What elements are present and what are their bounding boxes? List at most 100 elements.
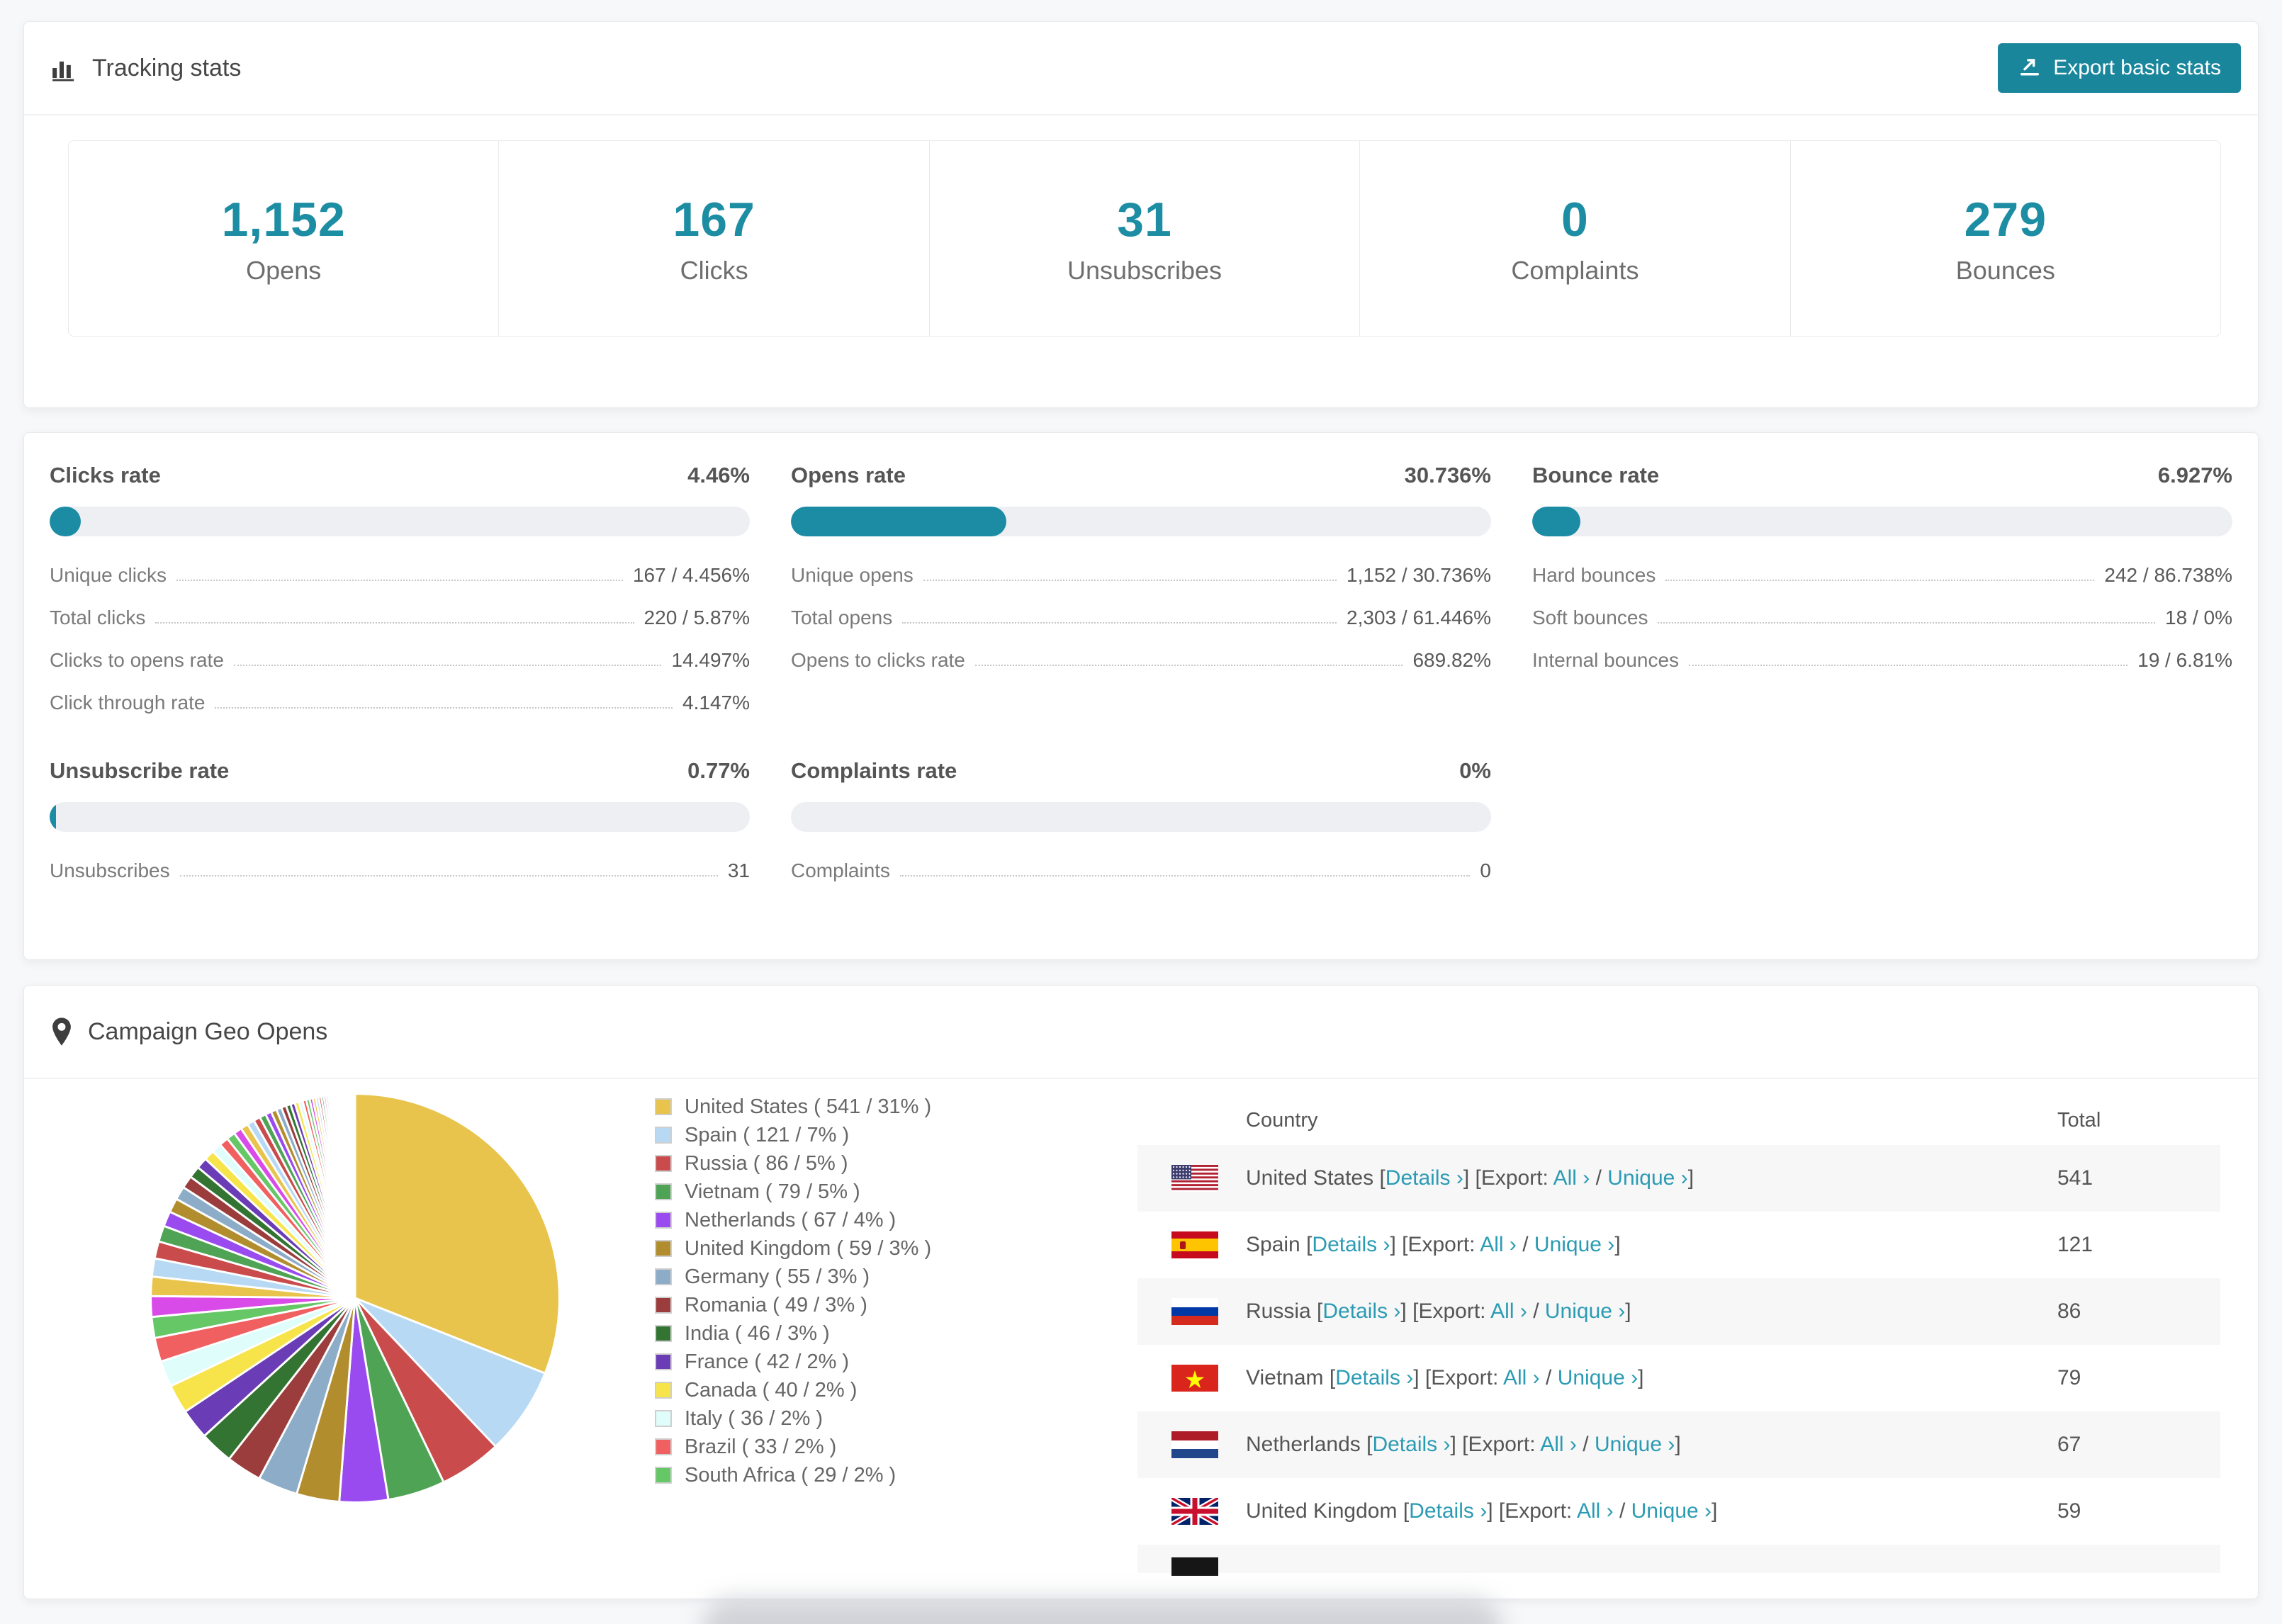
details-link[interactable]: Details ›	[1372, 1433, 1450, 1456]
country-name: Vietnam	[1246, 1366, 1324, 1389]
export-unique-link[interactable]: Unique ›	[1534, 1233, 1614, 1256]
legend-label: Brazil ( 33 / 2% )	[685, 1435, 837, 1458]
rate-title: Complaints rate	[791, 758, 957, 783]
legend-label: Spain ( 121 / 7% )	[685, 1123, 850, 1146]
legend-item[interactable]: Italy ( 36 / 2% )	[655, 1404, 931, 1433]
legend-item[interactable]: Romania ( 49 / 3% )	[655, 1291, 931, 1319]
rate-progress-fill	[791, 507, 1006, 536]
geo-table-row: Netherlands [Details ›] [Export: All › /…	[1137, 1411, 2220, 1478]
details-link[interactable]: Details ›	[1312, 1233, 1390, 1256]
legend-item[interactable]: Vietnam ( 79 / 5% )	[655, 1178, 931, 1206]
rate-value: 6.927%	[2157, 463, 2232, 487]
dotted-leader	[1689, 665, 2128, 666]
dotted-leader	[923, 580, 1337, 581]
stat-label: Unsubscribes	[1067, 255, 1222, 285]
geo-legend: United States ( 541 / 31% ) Spain ( 121 …	[655, 1093, 931, 1489]
legend-item[interactable]: Russia ( 86 / 5% )	[655, 1149, 931, 1178]
export-all-link[interactable]: All ›	[1480, 1233, 1517, 1256]
map-pin-icon	[50, 1017, 74, 1047]
rate-detail-row: Total clicks 220 / 5.87%	[50, 597, 750, 639]
export-unique-link[interactable]: Unique ›	[1607, 1166, 1687, 1190]
rate-card: Unsubscribe rate 0.77% Unsubscribes 31	[50, 758, 750, 892]
rate-progress-fill	[50, 802, 56, 832]
geo-table: Country Total United States [Details ›] …	[1137, 1095, 2220, 1576]
export-all-link[interactable]: All ›	[1503, 1366, 1540, 1389]
rate-row-label: Opens to clicks rate	[791, 649, 965, 671]
export-unique-link[interactable]: Unique ›	[1558, 1366, 1638, 1389]
country-total: 121	[2057, 1233, 2093, 1256]
rate-title: Opens rate	[791, 463, 906, 487]
legend-item[interactable]: United States ( 541 / 31% )	[655, 1093, 931, 1121]
legend-swatch	[655, 1325, 672, 1342]
tracking-stats-header: Tracking stats Export basic stats	[24, 22, 2258, 115]
export-all-link[interactable]: All ›	[1540, 1433, 1577, 1456]
dotted-leader	[1665, 580, 2095, 581]
rate-row-value: 1,152 / 30.736%	[1347, 564, 1491, 586]
export-unique-link[interactable]: Unique ›	[1631, 1499, 1712, 1523]
legend-item[interactable]: Germany ( 55 / 3% )	[655, 1263, 931, 1291]
rates-grid: Clicks rate 4.46% Unique clicks 167 / 4.…	[24, 433, 2258, 892]
rate-card: Bounce rate 6.927% Hard bounces 242 / 86…	[1532, 463, 2232, 724]
export-all-link[interactable]: All ›	[1577, 1499, 1614, 1523]
tracking-stats-title: Tracking stats	[50, 54, 241, 82]
legend-item[interactable]: France ( 42 / 2% )	[655, 1348, 931, 1376]
country-total: 79	[2057, 1366, 2081, 1389]
legend-label: Germany ( 55 / 3% )	[685, 1265, 870, 1288]
campaign-overview-page: Tracking stats Export basic stats 1,152 …	[0, 0, 2282, 1624]
rate-row-value: 19 / 6.81%	[2137, 649, 2232, 671]
dotted-leader	[900, 875, 1471, 876]
rate-card: Complaints rate 0% Complaints 0	[791, 758, 1491, 892]
campaign-geo-opens-panel: Campaign Geo Opens United States ( 541 /…	[23, 985, 2259, 1599]
rate-row-value: 220 / 5.87%	[643, 607, 750, 628]
rate-row-label: Soft bounces	[1532, 607, 1648, 628]
details-link[interactable]: Details ›	[1322, 1299, 1400, 1323]
rate-detail-row: Opens to clicks rate 689.82%	[791, 639, 1491, 682]
legend-item[interactable]: United Kingdom ( 59 / 3% )	[655, 1234, 931, 1263]
country-name: United Kingdom	[1246, 1499, 1398, 1523]
rate-detail-row: Unique clicks 167 / 4.456%	[50, 554, 750, 597]
legend-item[interactable]: Canada ( 40 / 2% )	[655, 1376, 931, 1404]
panel-title-text: Tracking stats	[92, 54, 242, 81]
legend-item[interactable]: Brazil ( 33 / 2% )	[655, 1433, 931, 1461]
bottom-overlay-glow	[702, 1598, 1502, 1624]
stat-box: 0 Complaints	[1360, 141, 1791, 336]
legend-label: India ( 46 / 3% )	[685, 1321, 830, 1345]
country-total: 541	[2057, 1166, 2093, 1190]
details-link[interactable]: Details ›	[1409, 1499, 1487, 1523]
rate-row-value: 167 / 4.456%	[632, 564, 750, 586]
country-name: United States	[1246, 1166, 1374, 1190]
legend-swatch	[655, 1438, 672, 1455]
legend-label: United Kingdom ( 59 / 3% )	[685, 1236, 932, 1260]
rate-card: Clicks rate 4.46% Unique clicks 167 / 4.…	[50, 463, 750, 724]
country-name: Russia	[1246, 1299, 1311, 1323]
dotted-leader	[176, 580, 623, 581]
legend-item[interactable]: India ( 46 / 3% )	[655, 1319, 931, 1348]
rate-progress-bar	[791, 507, 1491, 536]
rate-title: Clicks rate	[50, 463, 161, 487]
stat-value: 31	[1117, 192, 1172, 247]
rate-row-value: 689.82%	[1412, 649, 1491, 671]
rate-row-label: Internal bounces	[1532, 649, 1680, 671]
legend-item[interactable]: South Africa ( 29 / 2% )	[655, 1461, 931, 1489]
export-unique-link[interactable]: Unique ›	[1545, 1299, 1625, 1323]
details-link[interactable]: Details ›	[1386, 1166, 1463, 1190]
rate-row-label: Unsubscribes	[50, 859, 170, 881]
rate-row-value: 242 / 86.738%	[2104, 564, 2232, 586]
legend-label: Romania ( 49 / 3% )	[685, 1293, 867, 1316]
export-basic-stats-button[interactable]: Export basic stats	[1998, 43, 2241, 93]
dotted-leader	[974, 665, 1403, 666]
legend-item[interactable]: Netherlands ( 67 / 4% )	[655, 1206, 931, 1234]
legend-swatch	[655, 1212, 672, 1229]
legend-item[interactable]: Spain ( 121 / 7% )	[655, 1121, 931, 1149]
export-all-link[interactable]: All ›	[1490, 1299, 1527, 1323]
country-flag-icon	[1137, 1165, 1246, 1192]
details-link[interactable]: Details ›	[1335, 1366, 1413, 1389]
legend-swatch	[655, 1240, 672, 1257]
legend-label: Netherlands ( 67 / 4% )	[685, 1208, 896, 1231]
legend-swatch	[655, 1382, 672, 1399]
export-all-link[interactable]: All ›	[1553, 1166, 1590, 1190]
export-unique-link[interactable]: Unique ›	[1595, 1433, 1675, 1456]
stat-value: 167	[673, 192, 755, 247]
pie-slice[interactable]	[353, 1093, 356, 1299]
legend-swatch	[655, 1183, 672, 1200]
